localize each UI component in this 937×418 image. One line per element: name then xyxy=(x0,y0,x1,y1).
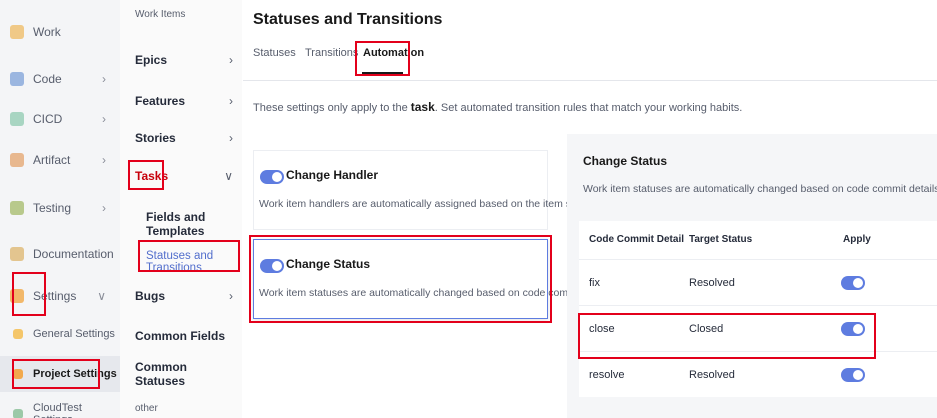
target-status-cell: Resolved xyxy=(689,277,735,289)
nav-item-cloudtest-settings[interactable]: CloudTest Settings xyxy=(0,396,120,418)
subnav-item-common-fields[interactable]: Common Fields xyxy=(135,321,239,351)
nav-item-label: Project Settings xyxy=(33,368,117,380)
settings-icon xyxy=(10,289,24,303)
chevron-right-icon: › xyxy=(229,94,233,108)
subnav-item-statuses-transitions[interactable]: Statuses and Transitions xyxy=(146,250,242,274)
chevron-right-icon: › xyxy=(229,131,233,145)
documentation-icon xyxy=(10,247,24,261)
tab-divider xyxy=(243,80,937,81)
nav-item-label: Code xyxy=(33,72,62,86)
subnav-item-label: Common Fields xyxy=(135,329,226,343)
card-title: Change Handler xyxy=(286,168,379,182)
artifact-icon xyxy=(10,153,24,167)
change-status-card[interactable]: Change Status Work item statuses are aut… xyxy=(253,239,618,319)
subnav-item-stories[interactable]: Stories › xyxy=(135,123,239,153)
target-status-cell: Resolved xyxy=(689,369,735,381)
subnav-item-label: Bugs xyxy=(135,289,165,303)
nav-item-label: General Settings xyxy=(33,328,115,340)
chevron-right-icon: › xyxy=(102,201,106,215)
panel-title: Change Status xyxy=(583,154,668,168)
tab-automation[interactable]: Automation xyxy=(363,47,424,59)
chevron-right-icon: › xyxy=(102,72,106,86)
chevron-right-icon: › xyxy=(102,153,106,167)
subnav-item-label: Epics xyxy=(135,53,168,67)
change-handler-card[interactable]: Change Handler Work item handlers are au… xyxy=(253,150,597,230)
nav-item-project-settings[interactable]: Project Settings xyxy=(0,356,120,392)
subnav-item-label: Tasks xyxy=(135,169,169,183)
panel-description: Work item statuses are automatically cha… xyxy=(583,183,937,195)
active-tab-indicator xyxy=(362,72,403,74)
nav-item-general-settings[interactable]: General Settings xyxy=(0,316,120,352)
column-header: Code Commit Detail xyxy=(589,234,685,245)
card-description: Work item statuses are automatically cha… xyxy=(259,287,619,299)
tab-statuses[interactable]: Statuses xyxy=(253,47,296,59)
nav-item-code[interactable]: Code › xyxy=(0,61,120,97)
notice-task: task xyxy=(410,100,435,114)
commit-detail-cell: resolve xyxy=(589,369,625,381)
subnav-item-label: Features xyxy=(135,94,186,108)
nav-item-artifact[interactable]: Artifact › xyxy=(0,142,120,178)
cicd-icon xyxy=(10,112,24,126)
nav-item-label: CICD xyxy=(33,112,63,126)
chevron-right-icon: › xyxy=(229,289,233,303)
commit-rules-table: Code Commit Detail Target Status Apply f… xyxy=(579,221,937,397)
nav-item-label: Settings xyxy=(33,289,77,303)
change-handler-toggle[interactable] xyxy=(260,170,284,184)
subnav-header: Work Items xyxy=(135,9,186,20)
nav-item-label: Testing xyxy=(33,201,72,215)
subnav-item-features[interactable]: Features › xyxy=(135,86,239,116)
column-header: Target Status xyxy=(689,234,753,245)
chevron-down-icon: ∨ xyxy=(224,169,233,183)
subnav-item-common-statuses[interactable]: Common Statuses xyxy=(135,359,239,389)
testing-icon xyxy=(10,201,24,215)
tab-transitions[interactable]: Transitions xyxy=(305,47,358,59)
subnav-item-epics[interactable]: Epics › xyxy=(135,45,239,75)
chevron-right-icon: › xyxy=(102,112,106,126)
work-icon xyxy=(10,25,24,39)
subnav-item-label: Stories xyxy=(135,131,176,145)
nav-item-label: Artifact xyxy=(33,153,71,167)
nav-item-label: Work xyxy=(33,25,61,39)
chevron-right-icon: › xyxy=(229,53,233,67)
chevron-down-icon: ∨ xyxy=(97,289,106,303)
column-header: Apply xyxy=(843,234,871,245)
subnav-other-header: other xyxy=(135,403,158,414)
nav-item-testing[interactable]: Testing › xyxy=(0,190,120,226)
cloudtest-settings-icon xyxy=(13,409,23,418)
table-row: resolve Resolved xyxy=(579,351,937,397)
nav-item-settings[interactable]: Settings ∨ xyxy=(0,278,120,314)
nav-item-documentation[interactable]: Documentation xyxy=(0,236,120,272)
commit-detail-cell: close xyxy=(589,323,615,335)
apply-toggle[interactable] xyxy=(841,368,865,382)
target-status-cell: Closed xyxy=(689,323,724,335)
general-settings-icon xyxy=(13,329,23,339)
change-status-panel: Change Status Work item statuses are aut… xyxy=(567,134,937,418)
subnav-item-label: Common Statuses xyxy=(135,360,187,388)
nav-item-cicd[interactable]: CICD › xyxy=(0,101,120,137)
left-nav: Work Code › CICD › Artifact › Testing › … xyxy=(0,0,120,418)
card-description: Work item handlers are automatically ass… xyxy=(259,198,597,210)
apply-toggle[interactable] xyxy=(841,322,865,336)
settings-notice: These settings only apply to the task. S… xyxy=(253,100,742,114)
notice-prefix: These settings only apply to the xyxy=(253,102,411,114)
apply-toggle[interactable] xyxy=(841,276,865,290)
subnav-item-fields-templates[interactable]: Fields and Templates xyxy=(146,210,242,238)
commit-detail-cell: fix xyxy=(589,277,600,289)
subnav-item-tasks[interactable]: Tasks ∨ xyxy=(135,161,239,191)
nav-item-work[interactable]: Work xyxy=(0,14,120,50)
notice-suffix: . Set automated transition rules that ma… xyxy=(434,102,743,114)
page-title: Statuses and Transitions xyxy=(253,11,443,28)
nav-item-label: CloudTest Settings xyxy=(33,402,82,418)
code-icon xyxy=(10,72,24,86)
card-title: Change Status xyxy=(286,257,371,271)
subnav-item-bugs[interactable]: Bugs › xyxy=(135,281,239,311)
table-row: fix Resolved xyxy=(579,259,937,305)
nav-item-label: Documentation xyxy=(33,247,114,261)
change-status-toggle[interactable] xyxy=(260,259,284,273)
project-settings-icon xyxy=(13,369,23,379)
table-row: close Closed xyxy=(579,305,937,351)
work-items-subnav: Work Items Epics › Features › Stories › … xyxy=(120,0,242,418)
